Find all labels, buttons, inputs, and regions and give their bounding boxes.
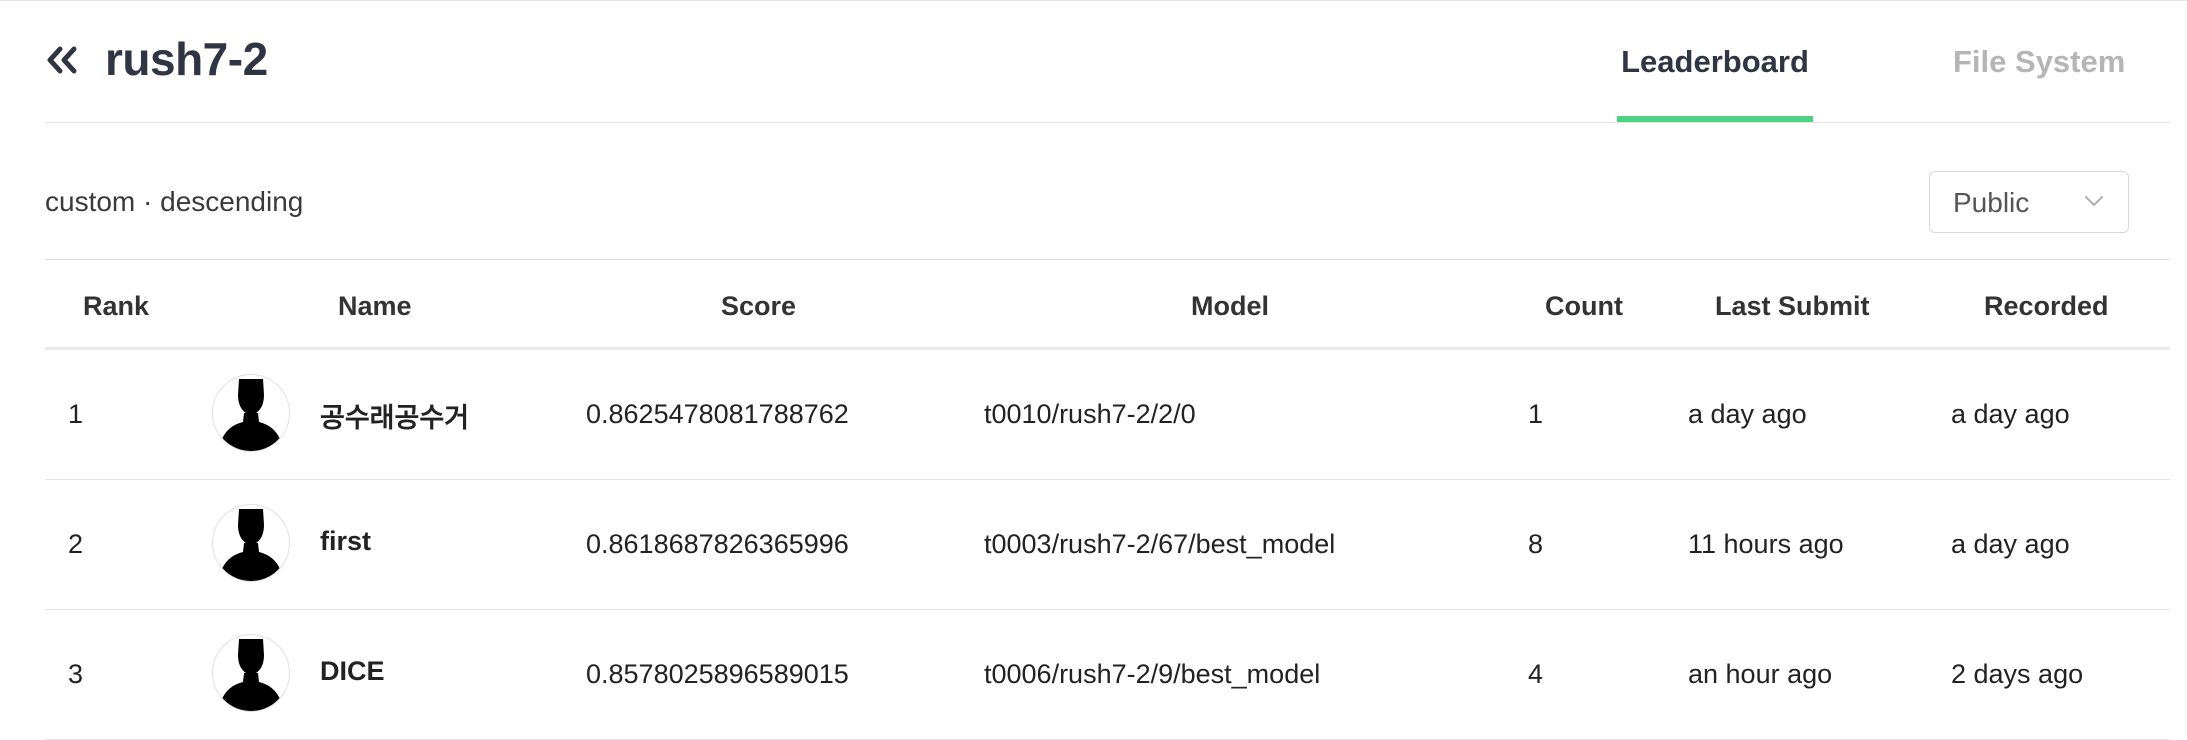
score-cell: 0.8578025896589015: [586, 659, 849, 689]
table-header: Rank Name Score Model Count Last Submit …: [45, 260, 2170, 350]
recorded-cell: a day ago: [1951, 399, 2070, 429]
tab-leaderboard[interactable]: Leaderboard: [1617, 44, 1813, 80]
double-chevron-left-icon: [45, 45, 79, 80]
recorded-cell: a day ago: [1951, 529, 2070, 559]
model-cell: t0006/rush7-2/9/best_model: [984, 659, 1321, 689]
column-header-count[interactable]: Count: [1545, 291, 1623, 322]
user-name[interactable]: 공수래공수거: [320, 396, 469, 435]
column-header-last-submit[interactable]: Last Submit: [1715, 291, 1870, 322]
count-cell: 8: [1528, 529, 1544, 559]
score-cell: 0.8625478081788762: [586, 399, 849, 429]
model-cell: t0010/rush7-2/2/0: [984, 399, 1196, 429]
tab-file-system[interactable]: File System: [1953, 44, 2125, 80]
recorded-cell: 2 days ago: [1951, 659, 2084, 689]
sort-info: custom · descending: [45, 186, 304, 217]
last-submit-cell: a day ago: [1688, 399, 1807, 429]
leaderboard-table: Rank Name Score Model Count Last Submit …: [45, 259, 2170, 740]
visibility-select-value: Public: [1953, 187, 2030, 218]
column-header-rank[interactable]: Rank: [83, 291, 149, 322]
table-row[interactable]: 2 first 0.8618687826365996 t0003/rush7-2…: [45, 480, 2170, 610]
user-silhouette-icon: [219, 639, 283, 711]
user-name[interactable]: DICE: [320, 656, 385, 687]
back-button[interactable]: [45, 38, 85, 86]
column-header-recorded[interactable]: Recorded: [1984, 291, 2109, 322]
count-cell: 1: [1528, 399, 1544, 429]
column-header-model[interactable]: Model: [1191, 291, 1269, 322]
count-cell: 4: [1528, 659, 1544, 689]
rank-cell: 1: [68, 399, 84, 429]
page-title: rush7-2: [105, 33, 268, 85]
table-row[interactable]: 3 DICE 0.8578025896589015 t0006/rush7-2/…: [45, 610, 2170, 740]
last-submit-cell: 11 hours ago: [1688, 529, 1844, 559]
user-silhouette-icon: [219, 509, 283, 581]
model-cell: t0003/rush7-2/67/best_model: [984, 529, 1336, 559]
rank-cell: 3: [68, 659, 84, 689]
user-silhouette-icon: [219, 379, 283, 451]
user-name[interactable]: first: [320, 526, 371, 557]
chevron-down-icon: [2084, 194, 2104, 208]
active-tab-indicator: [1617, 116, 1813, 122]
visibility-select[interactable]: Public: [1929, 171, 2129, 233]
avatar: [212, 374, 290, 452]
score-cell: 0.8618687826365996: [586, 529, 849, 559]
column-header-score[interactable]: Score: [721, 291, 796, 322]
page-header: rush7-2 Leaderboard File System: [45, 0, 2170, 123]
last-submit-cell: an hour ago: [1688, 659, 1833, 689]
avatar: [212, 504, 290, 582]
column-header-name[interactable]: Name: [338, 291, 412, 322]
rank-cell: 2: [68, 529, 84, 559]
table-row[interactable]: 1 공수래공수거 0.8625478081788762 t0010/rush7-…: [45, 350, 2170, 480]
avatar: [212, 634, 290, 712]
